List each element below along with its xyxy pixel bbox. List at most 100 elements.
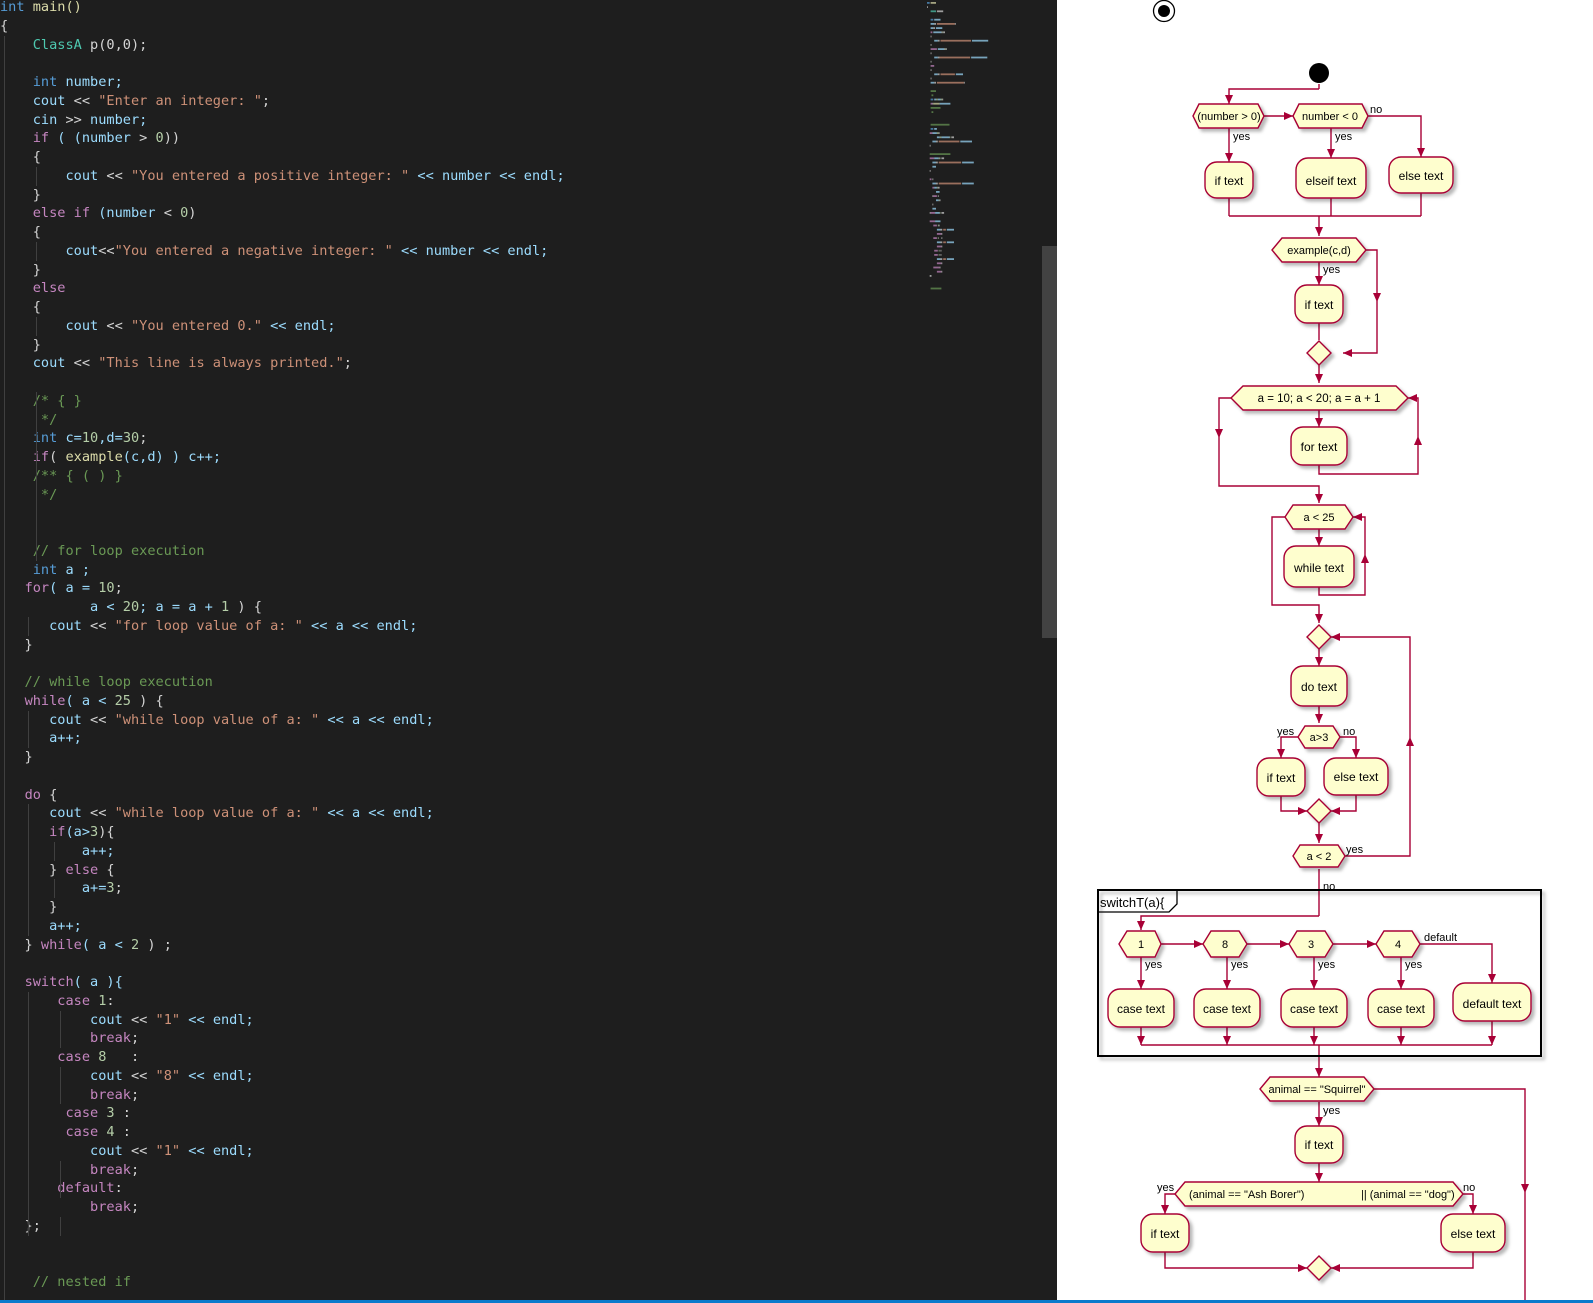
code-line[interactable]: }: [0, 336, 41, 355]
minimap-token: [939, 136, 942, 139]
code-line[interactable]: default:: [0, 1179, 122, 1198]
code-line[interactable]: if( example(c,d) ) c++;: [0, 448, 221, 467]
code-line[interactable]: } else {: [0, 861, 115, 880]
code-line[interactable]: };: [0, 1217, 41, 1236]
code-line[interactable]: } while( a < 2 ) ;: [0, 936, 172, 955]
code-line[interactable]: */: [0, 411, 57, 430]
minimap-token: [933, 266, 940, 269]
code-line[interactable]: a+=3;: [0, 879, 123, 898]
code-token: else if: [32, 205, 91, 222]
label-yes-1: yes: [1233, 131, 1251, 143]
vertical-scrollbar-track[interactable]: [1042, 0, 1057, 1303]
minimap[interactable]: [925, 0, 1035, 310]
code-token: "for loop value of a: ": [106, 617, 303, 634]
code-line[interactable]: while( a < 25 ) {: [0, 692, 164, 711]
code-line[interactable]: cout << "8" << endl;: [0, 1067, 254, 1086]
code-token: >>: [65, 111, 82, 128]
code-token: 25: [114, 692, 131, 709]
code-line[interactable]: */: [0, 486, 57, 505]
minimap-token: [930, 65, 935, 67]
minimap-token: [934, 56, 938, 59]
minimap-token: [941, 233, 943, 235]
code-line[interactable]: int main(): [0, 0, 82, 17]
minimap-token: [934, 254, 938, 256]
code-token: "You entered a positive integer: ": [122, 167, 410, 184]
code-line[interactable]: a++;: [0, 917, 82, 936]
minimap-token: [936, 241, 941, 244]
code-line[interactable]: cout << "You entered 0." << endl;: [0, 317, 335, 336]
code-token: cin: [0, 111, 66, 128]
label-if1-cond: (number > 0): [1197, 111, 1260, 123]
code-token: <<: [106, 317, 123, 334]
code-line[interactable]: {: [0, 223, 41, 242]
code-line[interactable]: int number;: [0, 73, 123, 92]
code-line[interactable]: int c=10,d=30;: [0, 429, 148, 448]
code-line[interactable]: // while loop execution: [0, 673, 213, 692]
code-line[interactable]: cout << "while loop value of a: " << a <…: [0, 804, 434, 823]
code-line[interactable]: for( a = 10;: [0, 579, 123, 598]
code-line[interactable]: else if (number < 0): [0, 204, 197, 223]
code-line[interactable]: break;: [0, 1029, 139, 1048]
code-token: */: [0, 486, 58, 503]
code-line[interactable]: {: [0, 298, 41, 317]
code-line[interactable]: ClassA p(0,0);: [0, 36, 148, 55]
code-line[interactable]: }: [0, 261, 41, 280]
code-line[interactable]: if ( (number > 0)): [0, 129, 180, 148]
label-for-text: for text: [1301, 440, 1338, 454]
minimap-token: [930, 44, 932, 46]
code-line[interactable]: /** { ( ) }: [0, 467, 123, 486]
label-yes-case-8: yes: [1231, 959, 1249, 971]
code-line[interactable]: cout << "1" << endl;: [0, 1142, 254, 1161]
code-token: /* { }: [0, 392, 82, 409]
minimap-token: [943, 228, 946, 231]
code-token: << number << endl;: [392, 242, 549, 259]
code-line[interactable]: int a ;: [0, 561, 90, 580]
code-line[interactable]: do {: [0, 786, 58, 805]
code-line[interactable]: else: [0, 279, 66, 298]
code-line[interactable]: a++;: [0, 842, 115, 861]
code-line[interactable]: case 3 :: [0, 1104, 131, 1123]
code-token: else: [65, 861, 99, 878]
minimap-token: [972, 39, 989, 42]
indent-guide: [36, 391, 37, 561]
code-token: ,d=: [98, 430, 123, 447]
code-line[interactable]: case 8 :: [0, 1048, 139, 1067]
minimap-token: [934, 18, 941, 21]
code-editor[interactable]: int main(){ ClassA p(0,0); int number; c…: [0, 0, 1057, 1303]
label-case-text-4: case text: [1377, 1002, 1426, 1016]
code-line[interactable]: break;: [0, 1161, 139, 1180]
code-line[interactable]: {: [0, 148, 41, 167]
code-line[interactable]: cin >> number;: [0, 111, 148, 130]
code-line[interactable]: switch( a ){: [0, 973, 123, 992]
code-line[interactable]: a++;: [0, 729, 82, 748]
minimap-token: [941, 237, 943, 239]
code-line[interactable]: case 4 :: [0, 1123, 131, 1142]
code-line[interactable]: if(a>3){: [0, 823, 115, 842]
code-line[interactable]: case 1:: [0, 992, 114, 1011]
code-line[interactable]: cout << "This line is always printed.";: [0, 354, 352, 373]
code-line[interactable]: // for loop execution: [0, 542, 205, 561]
code-line[interactable]: // nested if: [0, 1273, 131, 1292]
vertical-scrollbar-thumb[interactable]: [1042, 246, 1057, 638]
code-token: {: [98, 861, 115, 878]
code-line[interactable]: cout << "Enter an integer: ";: [0, 92, 270, 111]
code-line[interactable]: break;: [0, 1086, 139, 1105]
code-line[interactable]: cout << "while loop value of a: " << a <…: [0, 711, 434, 730]
code-line[interactable]: cout << "for loop value of a: " << a << …: [0, 617, 417, 636]
code-line[interactable]: a < 20; a = a + 1 ) {: [0, 598, 262, 617]
label-case-text-1: case text: [1117, 1002, 1166, 1016]
code-line[interactable]: cout << "You entered a positive integer:…: [0, 167, 564, 186]
minimap-token: [932, 165, 936, 168]
code-line[interactable]: break;: [0, 1198, 139, 1217]
code-line[interactable]: }: [0, 186, 41, 205]
code-line[interactable]: cout << "1" << endl;: [0, 1011, 254, 1030]
code-line[interactable]: {: [0, 17, 8, 36]
code-token: int: [32, 74, 58, 90]
code-line[interactable]: /* { }: [0, 392, 82, 411]
code-line[interactable]: cout<<"You entered a negative integer: "…: [0, 242, 548, 261]
label-for-cond: a = 10; a < 20; a = a + 1: [1258, 393, 1381, 405]
code-token: cout: [0, 617, 91, 634]
code-token: case: [65, 1124, 99, 1140]
code-token: "1": [147, 1142, 181, 1159]
